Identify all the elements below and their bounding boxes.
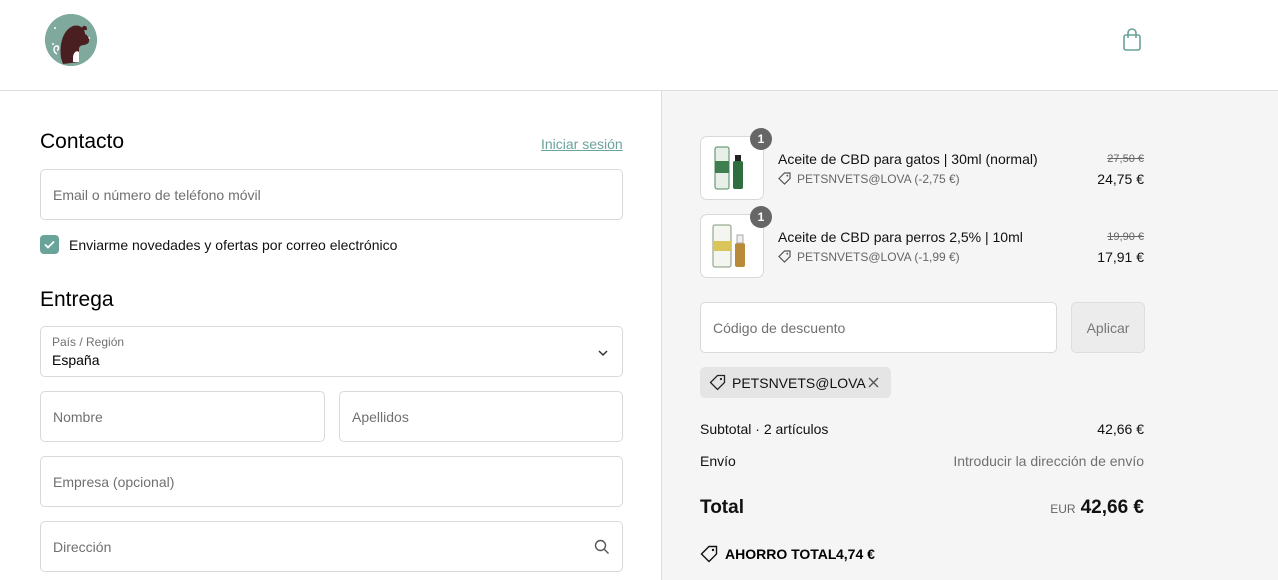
apply-button[interactable]: Aplicar	[1071, 302, 1145, 353]
dog-cat-logo-icon[interactable]	[45, 14, 97, 66]
subtotal-label: Subtotal · 2 artículos	[700, 421, 829, 437]
subtotal-value: 42,66 €	[1097, 421, 1144, 437]
shopping-bag-icon[interactable]	[1120, 27, 1144, 53]
shipping-value: Introducir la dirección de envío	[953, 453, 1144, 469]
product-old-price: 19,90 €	[1107, 231, 1144, 243]
product-discount: PETSNVETS@LOVA (-1,99 €)	[797, 250, 960, 264]
tag-icon	[709, 374, 726, 391]
order-summary: 1 Aceite de CBD para gatos | 30ml (norma…	[661, 91, 1278, 580]
discount-code-placeholder: Código de descuento	[713, 319, 846, 336]
check-icon	[44, 240, 55, 249]
newsletter-label[interactable]: Enviarme novedades y ofertas por correo …	[69, 237, 397, 253]
company-field[interactable]: Empresa (opcional)	[40, 456, 623, 507]
product-old-price: 27,50 €	[1107, 153, 1144, 165]
quantity-badge: 1	[750, 128, 772, 150]
delivery-title: Entrega	[40, 288, 114, 311]
country-select[interactable]: País / Región España	[40, 326, 623, 377]
product-price: 24,75 €	[1097, 171, 1144, 187]
last-name-field[interactable]: Apellidos	[339, 391, 623, 442]
total-amount: EUR 42,66 €	[1050, 497, 1144, 519]
last-name-placeholder: Apellidos	[352, 408, 409, 425]
company-placeholder: Empresa (opcional)	[53, 473, 175, 490]
checkout-form: Contacto Iniciar sesión Email o número d…	[0, 91, 661, 580]
header	[0, 0, 1278, 91]
shipping-label: Envío	[700, 453, 736, 469]
product-price: 17,91 €	[1097, 249, 1144, 265]
country-value: España	[52, 352, 100, 368]
address-field[interactable]: Dirección	[40, 521, 623, 572]
discount-code-field[interactable]: Código de descuento	[700, 302, 1057, 353]
login-link[interactable]: Iniciar sesión	[541, 136, 623, 152]
newsletter-checkbox[interactable]	[40, 235, 59, 254]
email-field[interactable]: Email o número de teléfono móvil	[40, 169, 623, 220]
contact-title: Contacto	[40, 130, 125, 153]
total-value: 42,66 €	[1080, 497, 1144, 518]
search-icon[interactable]	[594, 539, 610, 555]
tag-icon	[778, 250, 791, 263]
tag-icon	[700, 545, 718, 563]
applied-code-chip: PETSNVETS@LOVA	[700, 367, 891, 398]
email-placeholder: Email o número de teléfono móvil	[53, 186, 261, 203]
product-name: Aceite de CBD para perros 2,5% | 10ml	[778, 229, 1023, 245]
savings-value: 4,74 €	[836, 546, 875, 562]
quantity-badge: 1	[750, 206, 772, 228]
country-label: País / Región	[52, 335, 125, 349]
tag-icon	[778, 172, 791, 185]
product-name: Aceite de CBD para gatos | 30ml (normal)	[778, 151, 1038, 167]
total-label: Total	[700, 497, 744, 518]
applied-code: PETSNVETS@LOVA	[732, 375, 866, 391]
currency-code: EUR	[1050, 502, 1076, 516]
savings-label: AHORRO TOTAL	[725, 546, 837, 562]
close-icon[interactable]	[868, 377, 879, 388]
product-discount: PETSNVETS@LOVA (-2,75 €)	[797, 172, 960, 186]
address-placeholder: Dirección	[53, 538, 112, 555]
first-name-placeholder: Nombre	[53, 408, 103, 425]
first-name-field[interactable]: Nombre	[40, 391, 325, 442]
chevron-down-icon	[598, 350, 608, 357]
